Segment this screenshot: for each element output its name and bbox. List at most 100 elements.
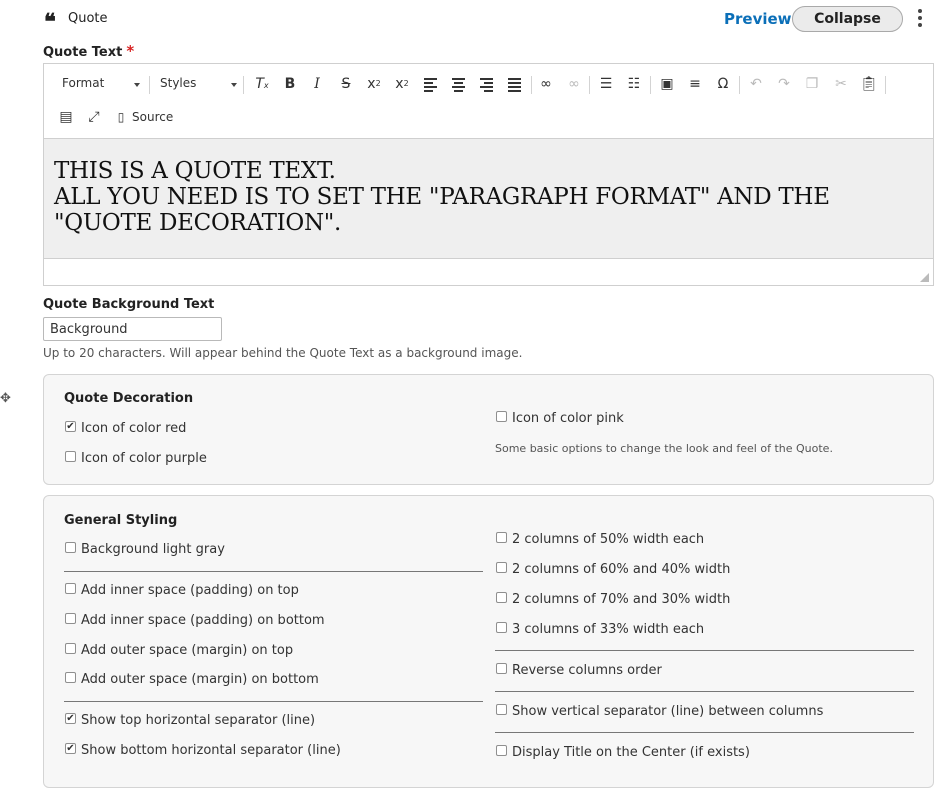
checkbox-3col-33[interactable] bbox=[496, 622, 507, 633]
quote-text-label: Quote Text * bbox=[43, 42, 135, 60]
checkbox-top-separator[interactable]: ✔ bbox=[65, 713, 76, 724]
bulleted-list-icon[interactable]: ☰ bbox=[595, 73, 617, 95]
checkbox-title-center[interactable] bbox=[496, 745, 507, 756]
rich-text-editor: Format Styles Tx B I S x2 x2 ∞ ∞ ☰ ☷ ▣ ≡… bbox=[43, 63, 934, 286]
collapse-button[interactable]: Collapse bbox=[792, 6, 903, 32]
checkbox-label: Show vertical separator (line) between c… bbox=[512, 704, 824, 719]
unlink-icon[interactable]: ∞ bbox=[563, 73, 585, 95]
editor-content-area[interactable]: THIS IS A QUOTE TEXT. ALL YOU NEED IS TO… bbox=[44, 139, 933, 259]
preview-link[interactable]: Preview bbox=[724, 10, 792, 28]
divider bbox=[495, 650, 914, 651]
toolbar-separator bbox=[589, 76, 590, 94]
bold-icon[interactable]: B bbox=[279, 73, 301, 95]
paste-icon[interactable]: 📋︎ bbox=[858, 73, 880, 95]
checkbox-label: Show top horizontal separator (line) bbox=[81, 713, 316, 728]
format-dropdown-label: Format bbox=[62, 76, 105, 90]
checkbox-label: Icon of color pink bbox=[512, 411, 624, 426]
quote-content-line: THIS IS A QUOTE TEXT. bbox=[54, 158, 336, 184]
styles-dropdown-label: Styles bbox=[160, 76, 197, 90]
kebab-menu-icon[interactable] bbox=[914, 9, 926, 31]
checkbox-label: Reverse columns order bbox=[512, 663, 662, 678]
special-char-icon[interactable]: Ω bbox=[712, 73, 734, 95]
toolbar-separator bbox=[650, 76, 651, 94]
source-icon[interactable]: ▯ bbox=[112, 106, 130, 128]
justify-icon[interactable] bbox=[504, 73, 526, 95]
quote-decoration-title: Quote Decoration bbox=[64, 391, 194, 406]
checkbox-label: Display Title on the Center (if exists) bbox=[512, 745, 750, 760]
source-button-label[interactable]: Source bbox=[132, 110, 173, 124]
checkbox-icon-pink[interactable] bbox=[496, 411, 507, 422]
checkbox-label: 2 columns of 70% and 30% width bbox=[512, 592, 731, 607]
horizontal-line-icon[interactable]: ≡ bbox=[684, 73, 706, 95]
italic-icon[interactable]: I bbox=[306, 73, 328, 95]
checkbox-label: Icon of color red bbox=[81, 421, 187, 436]
checkbox-label: 2 columns of 50% width each bbox=[512, 532, 705, 547]
superscript-icon[interactable]: x2 bbox=[363, 73, 385, 95]
numbered-list-icon[interactable]: ☷ bbox=[623, 73, 645, 95]
checkbox-2col-70-30[interactable] bbox=[496, 592, 507, 603]
resize-handle-icon[interactable] bbox=[920, 273, 929, 282]
general-styling-fieldset: General Styling Background light gray Ad… bbox=[43, 495, 934, 788]
copy-icon[interactable]: ❐ bbox=[801, 73, 823, 95]
align-left-icon[interactable] bbox=[420, 73, 442, 95]
toolbar-separator bbox=[739, 76, 740, 94]
align-right-icon[interactable] bbox=[476, 73, 498, 95]
quote-content-line: ALL YOU NEED IS TO SET THE "PARAGRAPH FO… bbox=[54, 184, 830, 210]
checkbox-margin-top[interactable] bbox=[65, 643, 76, 654]
chevron-down-icon bbox=[134, 83, 140, 87]
link-icon[interactable]: ∞ bbox=[535, 73, 557, 95]
redo-icon[interactable]: ↷ bbox=[773, 73, 795, 95]
checkbox-background-light-gray[interactable] bbox=[65, 542, 76, 553]
image-icon[interactable]: ▣ bbox=[656, 73, 678, 95]
checkbox-padding-bottom[interactable] bbox=[65, 613, 76, 624]
show-blocks-icon[interactable]: ▤ bbox=[55, 106, 77, 128]
checkbox-2col-60-40[interactable] bbox=[496, 562, 507, 573]
quote-content-line: "QUOTE DECORATION". bbox=[54, 210, 342, 236]
quote-decoration-help: Some basic options to change the look an… bbox=[495, 442, 833, 455]
checkbox-label: Icon of color purple bbox=[81, 451, 207, 466]
subscript-icon[interactable]: x2 bbox=[391, 73, 413, 95]
chevron-down-icon bbox=[231, 83, 237, 87]
checkbox-label: 3 columns of 33% width each bbox=[512, 622, 705, 637]
checkbox-label: 2 columns of 60% and 40% width bbox=[512, 562, 731, 577]
divider bbox=[495, 691, 914, 692]
undo-icon[interactable]: ↶ bbox=[745, 73, 767, 95]
divider bbox=[64, 701, 483, 702]
editor-toolbar: Format Styles Tx B I S x2 x2 ∞ ∞ ☰ ☷ ▣ ≡… bbox=[44, 64, 933, 139]
remove-format-icon[interactable]: Tx bbox=[251, 73, 273, 95]
toolbar-separator bbox=[885, 76, 886, 94]
toolbar-separator bbox=[243, 76, 244, 94]
checkbox-2col-50[interactable] bbox=[496, 532, 507, 543]
checkbox-padding-top[interactable] bbox=[65, 583, 76, 594]
general-styling-title: General Styling bbox=[64, 513, 178, 528]
checkbox-icon-purple[interactable] bbox=[65, 451, 76, 462]
styles-dropdown[interactable]: Styles bbox=[160, 76, 237, 94]
checkbox-reverse-columns[interactable] bbox=[496, 663, 507, 674]
checkbox-label: Background light gray bbox=[81, 542, 225, 557]
toolbar-separator bbox=[531, 76, 532, 94]
editor-status-bar bbox=[44, 260, 933, 285]
quote-decoration-fieldset: Quote Decoration ✔ Icon of color red Ico… bbox=[43, 374, 934, 485]
checkbox-margin-bottom[interactable] bbox=[65, 672, 76, 683]
cut-icon[interactable]: ✂ bbox=[830, 73, 852, 95]
drag-handle-icon[interactable]: ✥ bbox=[0, 392, 12, 406]
checkbox-bottom-separator[interactable]: ✔ bbox=[65, 743, 76, 754]
background-text-input[interactable] bbox=[43, 317, 222, 341]
quote-icon: ❝ bbox=[44, 9, 56, 35]
align-center-icon[interactable] bbox=[448, 73, 470, 95]
background-text-label: Quote Background Text bbox=[43, 297, 215, 312]
divider bbox=[495, 732, 914, 733]
maximize-icon[interactable]: ⤢ bbox=[83, 106, 105, 128]
paragraph-type-label: Quote bbox=[68, 11, 108, 26]
divider bbox=[64, 571, 483, 572]
format-dropdown[interactable]: Format bbox=[62, 76, 140, 94]
toolbar-separator bbox=[149, 76, 150, 94]
checkbox-label: Add inner space (padding) on top bbox=[81, 583, 299, 598]
strikethrough-icon[interactable]: S bbox=[335, 73, 357, 95]
checkbox-vertical-separator[interactable] bbox=[496, 704, 507, 715]
checkbox-icon-red[interactable]: ✔ bbox=[65, 421, 76, 432]
checkbox-label: Show bottom horizontal separator (line) bbox=[81, 743, 341, 758]
checkbox-label: Add outer space (margin) on top bbox=[81, 643, 294, 658]
checkbox-label: Add inner space (padding) on bottom bbox=[81, 613, 325, 628]
required-marker: * bbox=[126, 42, 135, 60]
